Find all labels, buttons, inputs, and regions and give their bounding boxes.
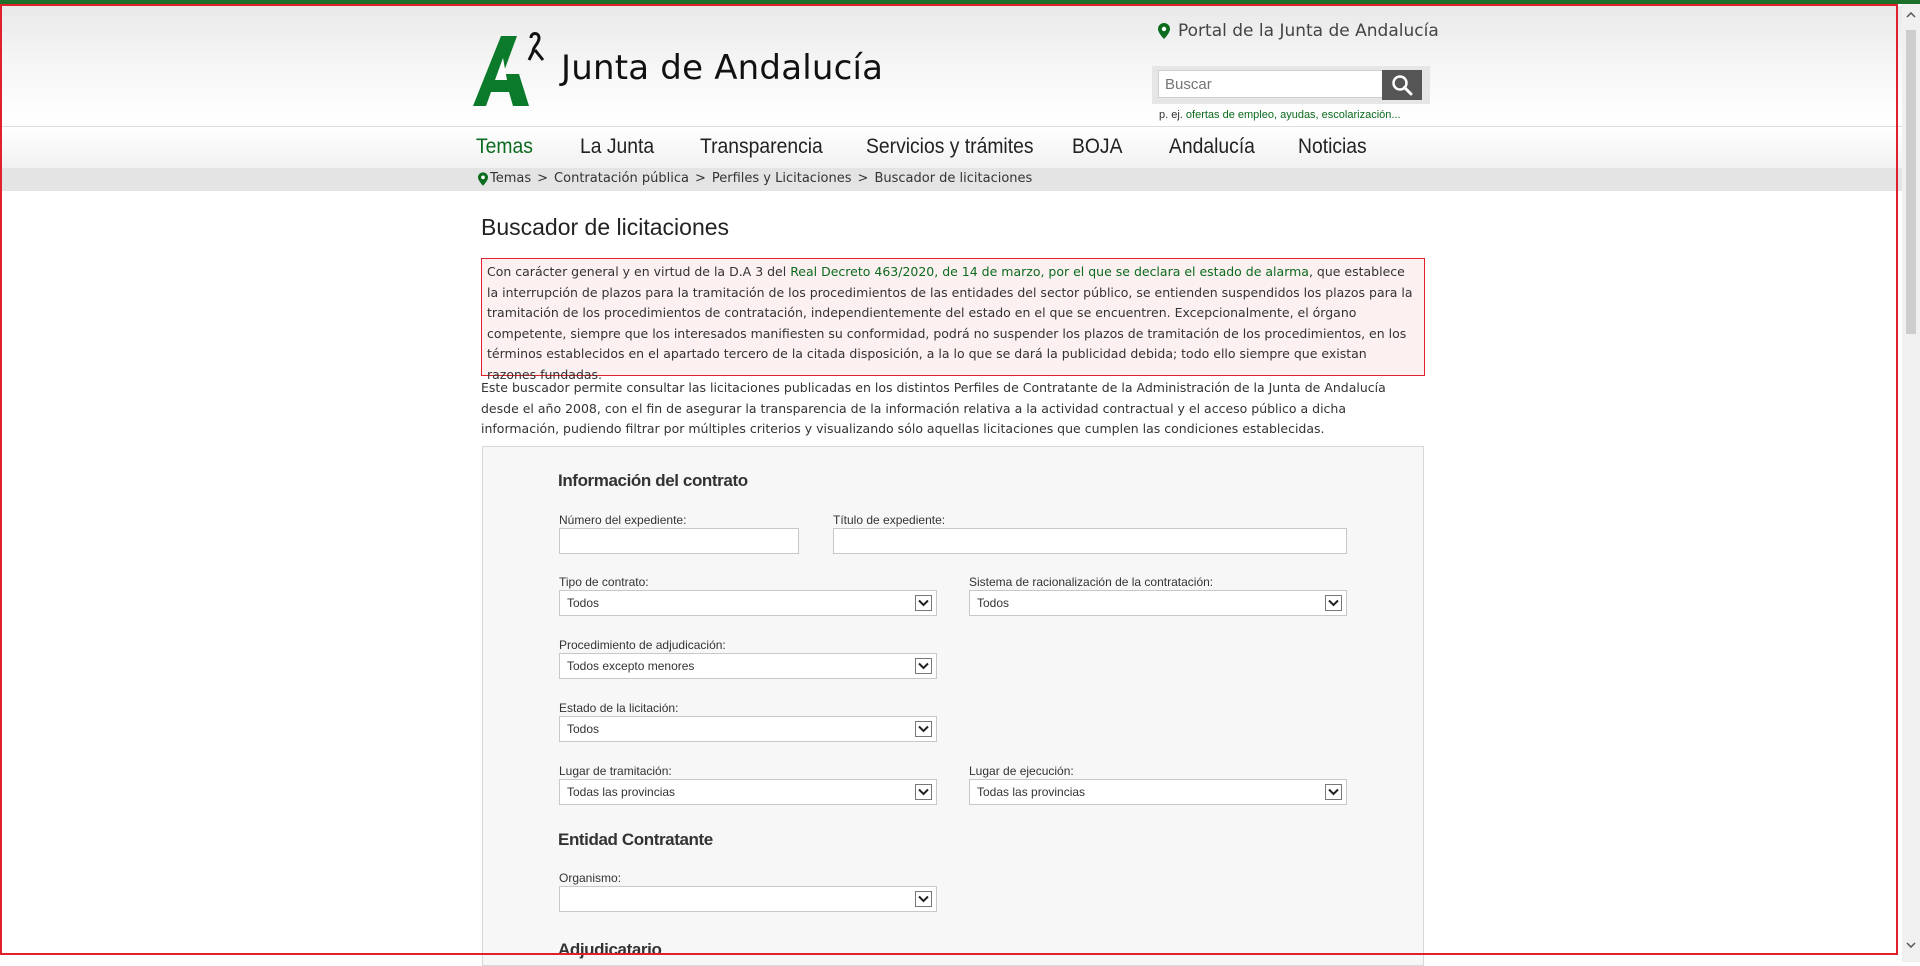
contract-info-title: Información del contrato <box>558 471 748 490</box>
processing-place-label: Lugar de tramitación: <box>559 764 672 778</box>
nav-item-temas[interactable]: Temas <box>476 135 533 159</box>
chevron-down-icon <box>915 658 932 674</box>
nav-item-andalucia[interactable]: Andalucía <box>1169 135 1255 159</box>
logo-text: Junta de Andalucía <box>561 48 884 88</box>
breadcrumb-separator: > <box>537 171 549 186</box>
breadcrumb-item-contratacion[interactable]: Contratación pública <box>554 171 689 186</box>
search-hint-prefix: p. ej. <box>1159 109 1183 121</box>
nav-item-transparencia[interactable]: Transparencia <box>700 135 823 159</box>
breadcrumb-item-temas[interactable]: Temas <box>490 171 531 186</box>
contract-type-label: Tipo de contrato: <box>559 575 649 589</box>
search-icon <box>1392 75 1413 96</box>
processing-place-select[interactable]: Todas las provincias <box>559 779 937 805</box>
search-button[interactable] <box>1382 70 1422 100</box>
nav-item-servicios[interactable]: Servicios y trámites <box>866 135 1033 159</box>
rationalization-label: Sistema de racionalización de la contrat… <box>969 575 1214 589</box>
execution-place-select[interactable]: Todas las provincias <box>969 779 1347 805</box>
chevron-down-icon <box>1325 595 1342 611</box>
organism-select[interactable] <box>559 886 937 912</box>
junta-logo-icon <box>473 32 545 106</box>
covid-alert-notice: Con carácter general y en virtud de la D… <box>481 258 1425 382</box>
contracting-entity-title: Entidad Contratante <box>558 830 713 849</box>
main-nav: Temas La Junta Transparencia Servicios y… <box>0 126 1902 169</box>
contract-type-value: Todos <box>567 596 600 610</box>
breadcrumb: Temas > Contratación pública > Perfiles … <box>0 168 1902 191</box>
map-pin-icon <box>1158 23 1170 39</box>
award-procedure-label: Procedimiento de adjudicación: <box>559 638 726 652</box>
expediente-number-input[interactable] <box>559 528 799 554</box>
scroll-down-arrow-icon[interactable] <box>1902 936 1920 954</box>
chevron-down-icon <box>915 595 932 611</box>
search-input[interactable] <box>1158 70 1384 98</box>
map-pin-icon <box>478 171 488 186</box>
tender-status-label: Estado de la licitación: <box>559 701 679 715</box>
portal-link-label: Portal de la Junta de Andalucía <box>1178 21 1439 41</box>
expediente-title-input[interactable] <box>833 528 1347 554</box>
vertical-scrollbar[interactable] <box>1902 4 1920 962</box>
breadcrumb-separator: > <box>694 171 706 186</box>
execution-place-value: Todas las provincias <box>977 785 1086 799</box>
intro-text: Este buscador permite consultar las lici… <box>481 380 1386 436</box>
awardee-title: Adjudicatario <box>558 940 662 959</box>
search-hint: p. ej. ofertas de empleo, ayudas, escola… <box>1159 109 1401 121</box>
nav-item-boja[interactable]: BOJA <box>1072 135 1122 159</box>
expediente-title-label: Título de expediente: <box>833 513 946 527</box>
junta-logo[interactable]: Junta de Andalucía <box>473 30 883 110</box>
search-box <box>1152 66 1430 104</box>
chevron-down-icon <box>915 784 932 800</box>
search-form: Información del contrato Número del expe… <box>482 446 1424 966</box>
alert-text-before: Con carácter general y en virtud de la D… <box>487 264 791 279</box>
breadcrumb-item-current: Buscador de licitaciones <box>874 171 1033 186</box>
breadcrumb-item-perfiles[interactable]: Perfiles y Licitaciones <box>712 171 852 186</box>
rationalization-value: Todos <box>977 596 1010 610</box>
breadcrumb-separator: > <box>857 171 869 186</box>
alert-decree-link[interactable]: Real Decreto 463/2020, de 14 de marzo, p… <box>790 264 1309 279</box>
award-procedure-select[interactable]: Todos excepto menores <box>559 653 937 679</box>
page-title: Buscador de licitaciones <box>481 214 730 240</box>
search-hint-links[interactable]: ofertas de empleo, ayudas, escolarizació… <box>1186 109 1401 121</box>
scroll-up-arrow-icon[interactable] <box>1902 6 1920 24</box>
top-accent-bar <box>0 0 1920 4</box>
expediente-number-label: Número del expediente: <box>559 513 687 527</box>
nav-item-noticias[interactable]: Noticias <box>1298 135 1367 159</box>
award-procedure-value: Todos excepto menores <box>567 659 695 673</box>
site-header: Junta de Andalucía Portal de la Junta de… <box>0 6 1902 126</box>
execution-place-label: Lugar de ejecución: <box>969 764 1074 778</box>
processing-place-value: Todas las provincias <box>567 785 676 799</box>
chevron-down-icon <box>915 721 932 737</box>
chevron-down-icon <box>1325 784 1342 800</box>
portal-link[interactable]: Portal de la Junta de Andalucía <box>1158 20 1439 42</box>
tender-status-select[interactable]: Todos <box>559 716 937 742</box>
alert-text-after: , que establece la interrupción de plazo… <box>487 264 1413 382</box>
nav-item-la-junta[interactable]: La Junta <box>580 135 654 159</box>
rationalization-select[interactable]: Todos <box>969 590 1347 616</box>
tender-status-value: Todos <box>567 722 600 736</box>
contract-type-select[interactable]: Todos <box>559 590 937 616</box>
chevron-down-icon <box>915 891 932 907</box>
organism-label: Organismo: <box>559 871 622 885</box>
scrollbar-thumb[interactable] <box>1906 30 1916 334</box>
